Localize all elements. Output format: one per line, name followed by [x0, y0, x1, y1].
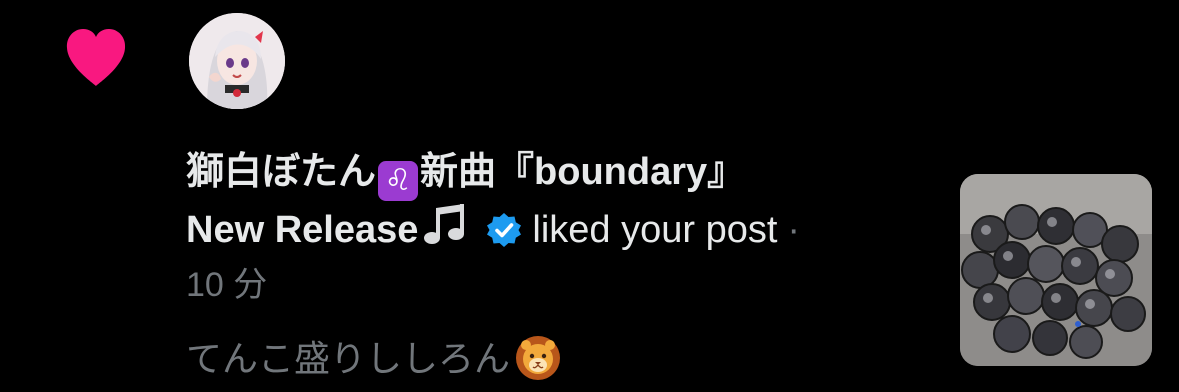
post-preview-text[interactable]: てんこ盛りししろん [186, 331, 926, 387]
post-text: てんこ盛りししろん [186, 338, 511, 379]
verified-badge-icon [487, 213, 522, 247]
notification-action: liked your post [532, 209, 778, 251]
music-note-icon [424, 204, 465, 244]
leo-sign-icon: ♌ [378, 161, 419, 201]
lion-face-icon [516, 336, 561, 380]
user-name-continued[interactable]: New Release [186, 209, 418, 251]
user-avatar[interactable] [189, 13, 285, 109]
notification-headline: 獅白ぼたん ♌ 新曲『boundary』 [186, 143, 926, 201]
separator-dot: · [787, 209, 801, 251]
user-name-part1: 獅白ぼたん [186, 151, 377, 193]
post-thumbnail[interactable] [960, 174, 1152, 366]
notification-headline-line2: New Release liked your post · [186, 201, 926, 259]
user-name[interactable]: 獅白ぼたん ♌ 新曲『boundary』 [186, 151, 746, 201]
heart-icon [66, 29, 126, 86]
notification-body: 獅白ぼたん ♌ 新曲『boundary』 New Release liked you… [186, 143, 926, 387]
like-notification[interactable]: 獅白ぼたん ♌ 新曲『boundary』 New Release liked you… [0, 0, 1179, 392]
notification-time: 10 分 [186, 266, 268, 304]
user-name-part2: 新曲『boundary』 [420, 151, 746, 193]
